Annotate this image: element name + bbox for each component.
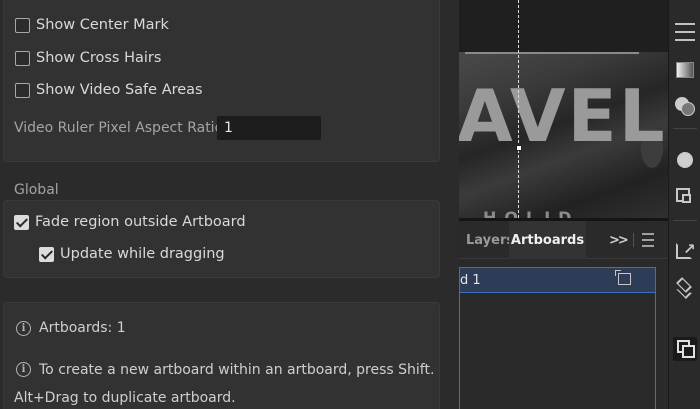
hamburger-icon[interactable] <box>673 20 697 44</box>
panel-tab-bar: Layers Artboards >> <box>459 221 668 259</box>
artboard-options-panel: Show Center Mark Show Cross Hairs Show V… <box>0 0 459 409</box>
update-while-dragging-checkbox[interactable] <box>39 246 54 262</box>
tip-line-1: To create a new artboard within an artbo… <box>39 362 435 378</box>
info-icon: i <box>16 321 31 336</box>
tab-artboards[interactable]: Artboards <box>509 221 586 259</box>
artwork-subtext[interactable]: HOLID <box>483 208 579 218</box>
artwork-text[interactable]: AVEL <box>459 80 667 152</box>
info-group: i Artboards: 1 i To create a new artboar… <box>3 302 440 409</box>
artboard-edge <box>465 52 639 54</box>
right-panel-dock: ↗ <box>668 0 700 409</box>
show-cross-hairs-checkbox[interactable] <box>15 50 30 66</box>
tab-separator <box>633 233 634 247</box>
gradient-icon[interactable] <box>673 58 697 82</box>
layers-artboards-panel: Layers Artboards >> d 1 <box>459 218 668 409</box>
panel-menu-icon[interactable] <box>641 221 655 259</box>
display-group: Show Center Mark Show Cross Hairs Show V… <box>3 0 440 162</box>
info-icon: i <box>16 362 31 377</box>
global-heading: Global <box>14 182 59 198</box>
appearance-icon[interactable] <box>673 148 697 172</box>
show-video-safe-areas-option[interactable]: Show Video Safe Areas <box>15 80 203 100</box>
show-center-mark-option[interactable]: Show Center Mark <box>15 15 169 35</box>
artboard-list <box>459 293 656 409</box>
update-while-dragging-option[interactable]: Update while dragging <box>39 244 225 264</box>
export-icon[interactable] <box>673 184 697 208</box>
show-cross-hairs-option[interactable]: Show Cross Hairs <box>15 48 161 68</box>
canvas-pasteboard <box>459 0 668 52</box>
artboard-canvas[interactable]: AVEL HOLID <box>459 0 668 218</box>
global-group: Fade region outside Artboard Update whil… <box>3 200 440 278</box>
toolbar-separator <box>673 220 697 221</box>
artboards-icon[interactable] <box>673 337 697 361</box>
show-video-safe-areas-label: Show Video Safe Areas <box>36 82 203 98</box>
tip-line-2: Alt+Drag to duplicate artboard. <box>14 390 236 406</box>
fade-region-option[interactable]: Fade region outside Artboard <box>14 212 246 232</box>
share-icon[interactable]: ↗ <box>673 238 697 262</box>
tab-layers[interactable]: Layers <box>466 221 514 259</box>
transparency-icon[interactable] <box>673 94 697 118</box>
fade-region-label: Fade region outside Artboard <box>35 214 246 230</box>
show-cross-hairs-label: Show Cross Hairs <box>36 50 162 66</box>
center-guide-line <box>518 0 519 218</box>
layers-icon[interactable] <box>673 274 697 299</box>
show-center-mark-label: Show Center Mark <box>36 17 169 33</box>
update-while-dragging-label: Update while dragging <box>60 246 225 262</box>
artboard-name: d 1 <box>460 272 481 288</box>
video-ruler-label: Video Ruler Pixel Aspect Ratio: <box>14 120 228 136</box>
artboard-list-item[interactable]: d 1 <box>459 267 656 293</box>
anchor-point-handle[interactable] <box>516 145 522 151</box>
show-video-safe-areas-checkbox[interactable] <box>15 82 30 98</box>
fade-region-checkbox[interactable] <box>14 214 29 230</box>
more-tabs-button[interactable]: >> <box>609 221 629 259</box>
show-center-mark-checkbox[interactable] <box>15 17 30 33</box>
video-ruler-ratio-input[interactable] <box>217 116 321 140</box>
artboard-options-icon[interactable] <box>615 270 631 285</box>
toolbar-separator <box>673 128 697 129</box>
artboards-count: Artboards: 1 <box>39 320 126 336</box>
